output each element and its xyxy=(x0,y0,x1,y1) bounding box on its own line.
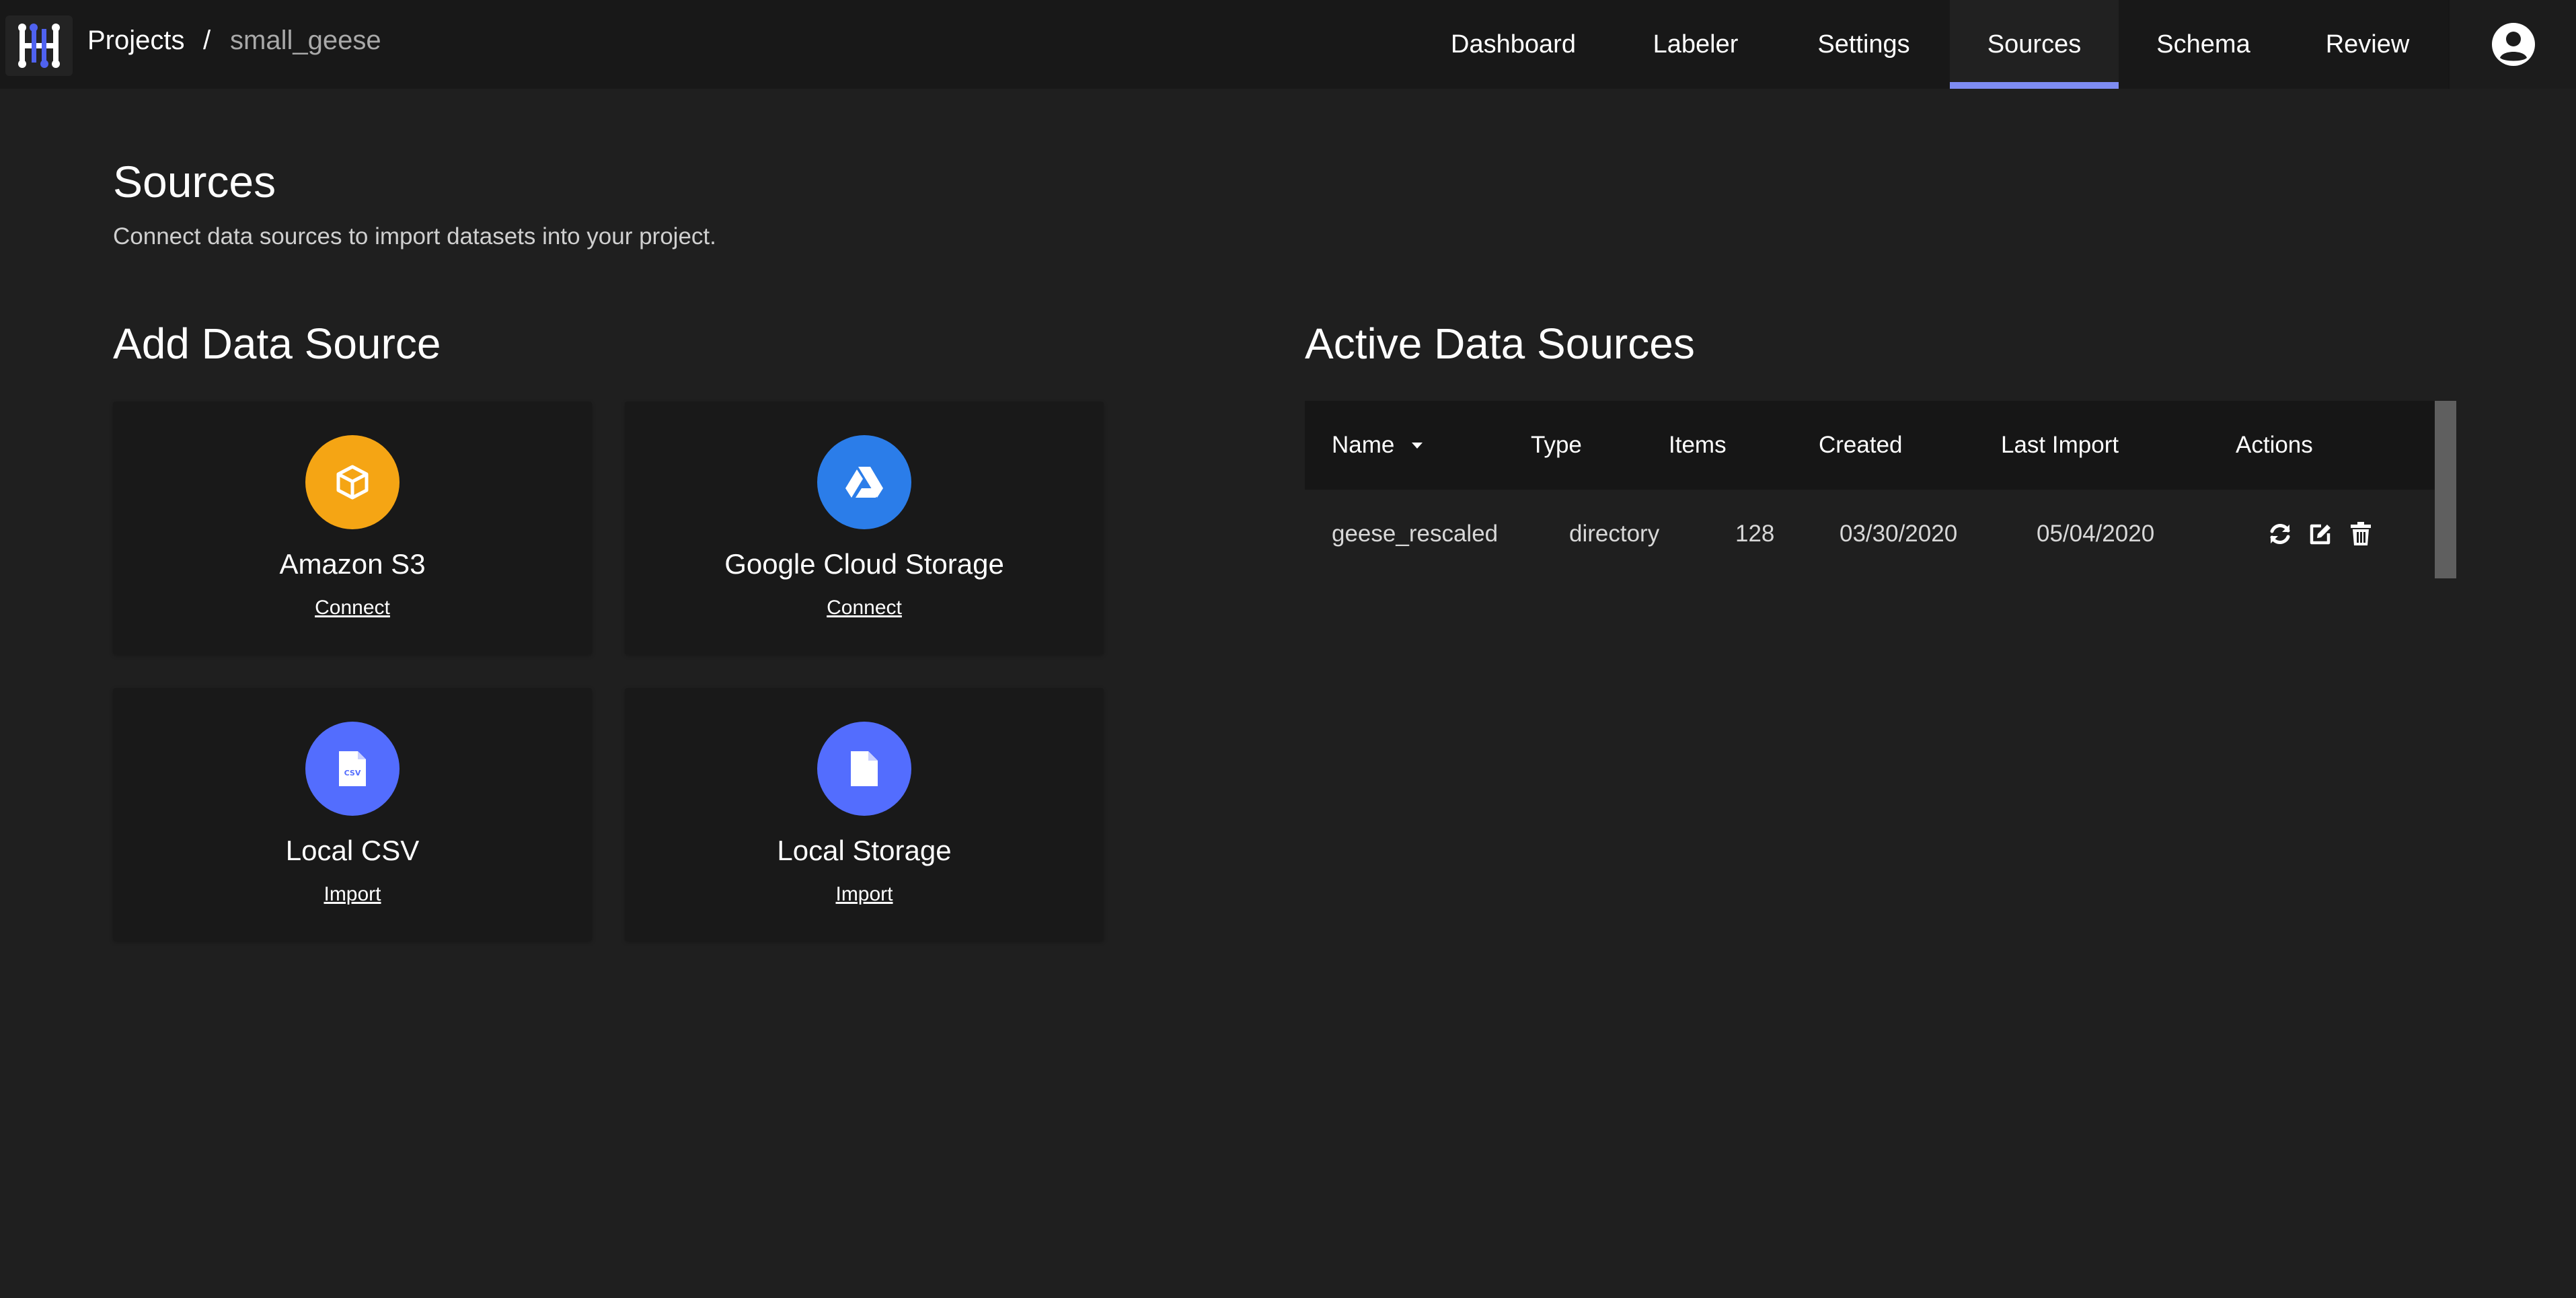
add-data-source-heading: Add Data Source xyxy=(113,319,441,368)
tab-labeler[interactable]: Labeler xyxy=(1618,0,1773,89)
top-navbar: Projects / small_geese Dashboard Labeler… xyxy=(0,0,2576,89)
tab-settings[interactable]: Settings xyxy=(1789,0,1938,89)
import-link[interactable]: Import xyxy=(625,883,1104,906)
column-header-actions: Actions xyxy=(2236,432,2313,458)
local-csv-badge: CSV xyxy=(305,722,400,816)
cell-created: 03/30/2020 xyxy=(1840,521,1958,547)
tab-sources[interactable]: Sources xyxy=(1950,0,2119,89)
source-card-local-csv: CSV Local CSV Import xyxy=(113,688,592,941)
import-link[interactable]: Import xyxy=(113,883,592,906)
column-header-items[interactable]: Items xyxy=(1669,401,1727,490)
google-cloud-badge xyxy=(817,435,911,529)
column-header-type[interactable]: Type xyxy=(1531,401,1582,490)
page-subtitle: Connect data sources to import datasets … xyxy=(113,223,716,250)
column-label: Name xyxy=(1332,432,1395,458)
breadcrumb-separator: / xyxy=(203,26,211,55)
active-sources-table: Name Type Items Created Last Import Acti… xyxy=(1305,401,2456,578)
csv-file-icon: CSV xyxy=(339,751,366,786)
file-icon xyxy=(851,751,878,786)
amazon-s3-badge xyxy=(305,435,400,529)
cell-items: 128 xyxy=(1735,521,1775,547)
tab-schema[interactable]: Schema xyxy=(2135,0,2272,89)
source-name: Amazon S3 xyxy=(279,548,426,580)
cell-name: geese_rescaled xyxy=(1332,521,1499,547)
table-row: geese_rescaled directory 128 03/30/2020 … xyxy=(1305,490,2435,578)
column-header-last-import[interactable]: Last Import xyxy=(2001,401,2119,490)
logo-icon xyxy=(18,24,60,68)
connect-link[interactable]: Connect xyxy=(113,597,592,619)
google-drive-icon xyxy=(845,467,883,498)
cell-last-import: 05/04/2020 xyxy=(2037,521,2155,547)
column-header-created[interactable]: Created xyxy=(1819,401,1903,490)
source-name: Google Cloud Storage xyxy=(724,548,1004,580)
account-circle-icon xyxy=(2492,23,2535,66)
trash-icon[interactable] xyxy=(2346,519,2376,549)
local-storage-badge xyxy=(817,722,911,816)
source-card-amazon-s3: Amazon S3 Connect xyxy=(113,402,592,654)
source-name: Local Storage xyxy=(777,835,952,866)
source-card-google-cloud-storage: Google Cloud Storage Connect xyxy=(625,402,1104,654)
user-menu-button[interactable] xyxy=(2448,0,2576,89)
app-logo[interactable] xyxy=(5,15,73,76)
source-name: Local CSV xyxy=(285,835,420,866)
table-header: Name Type Items Created Last Import Acti… xyxy=(1305,401,2435,490)
active-data-sources-heading: Active Data Sources xyxy=(1305,319,1695,368)
sort-desc-icon xyxy=(1412,443,1423,449)
page-title: Sources xyxy=(113,157,276,206)
tab-review[interactable]: Review xyxy=(2294,0,2441,89)
edit-icon[interactable] xyxy=(2306,519,2335,549)
table-scrollbar[interactable] xyxy=(2435,401,2456,578)
connect-link[interactable]: Connect xyxy=(625,597,1104,619)
breadcrumb-projects[interactable]: Projects xyxy=(87,26,185,56)
cube-icon xyxy=(336,465,369,500)
breadcrumb-project-name[interactable]: small_geese xyxy=(230,26,381,56)
tab-dashboard[interactable]: Dashboard xyxy=(1431,0,1595,89)
column-header-name[interactable]: Name xyxy=(1332,401,1424,490)
source-card-local-storage: Local Storage Import xyxy=(625,688,1104,941)
refresh-icon[interactable] xyxy=(2265,519,2295,549)
cell-type: directory xyxy=(1569,521,1660,547)
svg-text:CSV: CSV xyxy=(344,769,361,777)
